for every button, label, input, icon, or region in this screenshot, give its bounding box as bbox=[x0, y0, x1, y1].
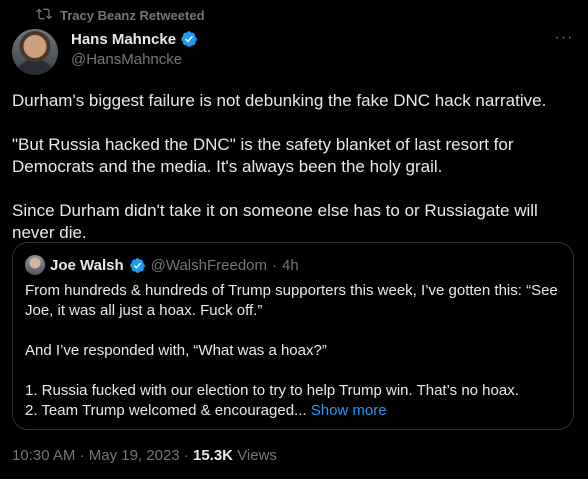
quoted-paragraph: From hundreds & hundreds of Trump suppor… bbox=[25, 282, 558, 319]
author-display-name[interactable]: Hans Mahncke bbox=[71, 31, 176, 48]
quoted-timestamp: 4h bbox=[282, 256, 299, 274]
quoted-tweet-header: Joe Walsh @WalshFreedom · 4h bbox=[25, 255, 299, 275]
author-avatar[interactable] bbox=[12, 29, 58, 75]
tweet-metadata: 10:30 AM · May 19, 2023 · 15.3K Views bbox=[12, 447, 277, 464]
tweet-time[interactable]: 10:30 AM bbox=[12, 447, 75, 464]
retweet-icon bbox=[36, 6, 52, 25]
views-count[interactable]: 15.3K bbox=[193, 447, 233, 464]
tweet-paragraph: Since Durham didn't take it on someone e… bbox=[12, 201, 538, 242]
verified-badge-icon[interactable] bbox=[180, 30, 198, 48]
quoted-paragraph: 1. Russia fucked with our election to tr… bbox=[25, 382, 519, 399]
meta-separator: · bbox=[183, 447, 189, 464]
tweet-paragraph: "But Russia hacked the DNC" is the safet… bbox=[12, 135, 514, 176]
tweet-paragraph: Durham's biggest failure is not debunkin… bbox=[12, 91, 547, 110]
quoted-paragraph-last: 2. Team Trump welcomed & encouraged... S… bbox=[25, 401, 560, 421]
quoted-paragraph-text: 2. Team Trump welcomed & encouraged... bbox=[25, 402, 307, 419]
quoted-author-handle: @WalshFreedom bbox=[150, 256, 268, 274]
tweet-text: Durham's biggest failure is not debunkin… bbox=[12, 90, 572, 266]
quoted-tweet-card[interactable]: Joe Walsh @WalshFreedom · 4h From hundre… bbox=[12, 242, 574, 430]
show-more-link[interactable]: Show more bbox=[311, 402, 387, 419]
author-handle[interactable]: @HansMahncke bbox=[71, 51, 182, 68]
views-label: Views bbox=[237, 447, 277, 464]
meta-separator: · bbox=[79, 447, 85, 464]
retweet-banner[interactable]: Tracy Beanz Retweeted bbox=[36, 6, 205, 25]
quoted-tweet-text: From hundreds & hundreds of Trump suppor… bbox=[25, 281, 560, 421]
tweet-date[interactable]: May 19, 2023 bbox=[89, 447, 180, 464]
quoted-author-name: Joe Walsh bbox=[50, 256, 124, 274]
quoted-author-avatar bbox=[25, 255, 45, 275]
quoted-paragraph: And I’ve responded with, “What was a hoa… bbox=[25, 342, 327, 359]
author-name-row: Hans Mahncke bbox=[71, 30, 198, 48]
retweet-label: Tracy Beanz Retweeted bbox=[60, 8, 205, 23]
verified-badge-icon bbox=[129, 257, 146, 274]
tweet-header: Hans Mahncke @HansMahncke ··· bbox=[12, 29, 576, 75]
quoted-separator: · bbox=[272, 256, 278, 274]
more-options-icon[interactable]: ··· bbox=[552, 29, 576, 53]
